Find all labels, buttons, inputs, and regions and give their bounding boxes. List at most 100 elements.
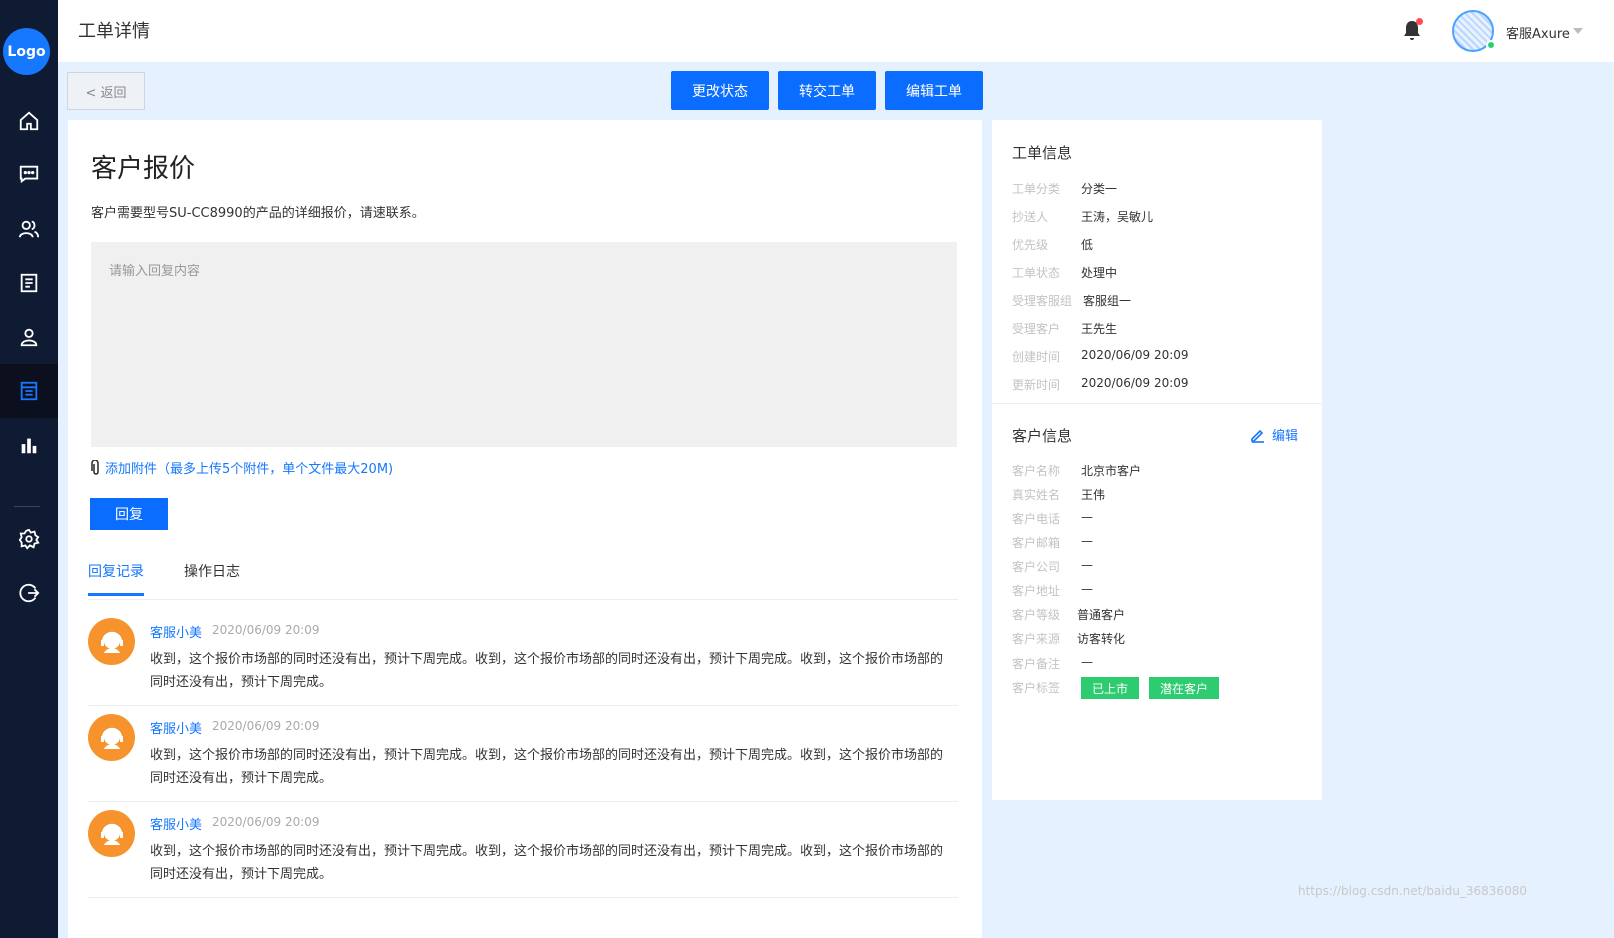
info-value: 2020/06/09 20:09	[1081, 348, 1189, 362]
info-value: —	[1081, 582, 1093, 596]
info-row: 工单分类 分类一	[1012, 180, 1117, 197]
info-label: 客户等级	[1012, 608, 1061, 622]
info-row: 优先级 低	[1012, 236, 1093, 253]
info-label: 创建时间	[1012, 350, 1061, 364]
change-status-button[interactable]: 更改状态	[671, 71, 769, 110]
info-value: 王先生	[1081, 322, 1118, 336]
nav-home[interactable]	[0, 94, 58, 148]
info-label: 客户电话	[1012, 512, 1061, 526]
info-label: 工单分类	[1012, 182, 1061, 196]
info-value: 客服组一	[1083, 294, 1132, 308]
nav-statistics[interactable]	[0, 418, 58, 472]
edit-customer-link[interactable]: 编辑	[1250, 425, 1298, 444]
info-label: 客户来源	[1012, 632, 1061, 646]
headset-agent-icon	[100, 823, 123, 845]
nav-documents[interactable]	[0, 256, 58, 310]
nav-tickets[interactable]	[0, 364, 58, 418]
info-row: 工单状态 处理中	[1012, 264, 1117, 281]
caret-down-icon[interactable]	[1573, 28, 1583, 34]
reply-input[interactable]	[91, 242, 957, 447]
info-row: 客户备注 —	[1012, 655, 1093, 672]
info-value: 2020/06/09 20:09	[1081, 376, 1189, 390]
main-content: < 返回 更改状态 转交工单 编辑工单 客户报价 客户需要型号SU-CC8990…	[58, 62, 1614, 938]
transfer-ticket-button[interactable]: 转交工单	[778, 71, 876, 110]
headset-agent-icon	[100, 631, 123, 653]
logo: Logo	[3, 28, 50, 75]
info-label: 客户地址	[1012, 584, 1061, 598]
tab-operation-log[interactable]: 操作日志	[184, 561, 240, 581]
page-title: 工单详情	[78, 21, 150, 42]
customer-tag: 潜在客户	[1149, 677, 1220, 699]
agent-avatar	[88, 618, 135, 665]
settings-icon	[18, 528, 40, 550]
info-value: —	[1081, 558, 1093, 572]
edit-ticket-button[interactable]: 编辑工单	[885, 71, 983, 110]
sidebar: Logo	[0, 0, 58, 938]
info-row: 受理客户 王先生	[1012, 320, 1117, 337]
section-divider	[992, 403, 1322, 404]
add-attachment-link[interactable]: 添加附件（最多上传5个附件，单个文件最大20M)	[91, 458, 393, 477]
nav-users[interactable]	[0, 202, 58, 256]
nav-profile[interactable]	[0, 310, 58, 364]
reply-item: 客服小美 2020/06/09 20:09 收到，这个报价市场部的同时还没有出，…	[88, 706, 958, 802]
watermark: https://blog.csdn.net/baidu_36836080	[1298, 884, 1527, 898]
reply-author[interactable]: 客服小美	[150, 718, 202, 737]
info-value: —	[1081, 510, 1093, 524]
reply-author[interactable]: 客服小美	[150, 814, 202, 833]
tabs: 回复记录 操作日志	[88, 548, 958, 600]
info-row: 客户地址 —	[1012, 582, 1093, 599]
nav-logout[interactable]	[0, 566, 58, 620]
customer-info-title: 客户信息	[1012, 427, 1073, 445]
info-label: 抄送人	[1012, 210, 1049, 224]
info-row: 创建时间 2020/06/09 20:09	[1012, 348, 1189, 365]
info-label: 优先级	[1012, 238, 1049, 252]
logout-icon	[19, 583, 40, 603]
reply-item: 客服小美 2020/06/09 20:09 收到，这个报价市场部的同时还没有出，…	[88, 610, 958, 706]
info-panel: 工单信息 工单分类 分类一 抄送人 王涛，吴敏儿 优先级 低 工单状态 处理中 受理客服…	[992, 120, 1322, 800]
info-label: 客户邮箱	[1012, 536, 1061, 550]
info-label: 客户名称	[1012, 464, 1061, 478]
nav-messages[interactable]	[0, 147, 58, 201]
back-button[interactable]: < 返回	[67, 72, 145, 110]
info-value: —	[1081, 655, 1093, 669]
info-row: 客户公司 —	[1012, 558, 1093, 575]
users-icon	[18, 220, 40, 238]
home-icon	[19, 111, 39, 131]
reply-author[interactable]: 客服小美	[150, 622, 202, 641]
reply-button[interactable]: 回复	[90, 498, 168, 530]
agent-avatar	[88, 810, 135, 857]
nav-divider	[14, 506, 40, 507]
info-value: 分类一	[1081, 182, 1118, 196]
info-label: 更新时间	[1012, 378, 1061, 392]
headset-agent-icon	[100, 727, 123, 749]
nav-settings[interactable]	[0, 512, 58, 566]
info-row: 客户来源 访客转化	[1012, 630, 1125, 647]
pencil-icon	[1251, 429, 1264, 443]
edit-label: 编辑	[1272, 429, 1299, 444]
info-label: 受理客服组	[1012, 294, 1073, 308]
document-icon	[20, 273, 38, 293]
online-status-dot	[1486, 40, 1496, 50]
info-row: 受理客服组 客服组一	[1012, 292, 1131, 309]
paperclip-icon	[91, 459, 99, 475]
tab-reply-records[interactable]: 回复记录	[88, 561, 144, 596]
header: 工单详情 客服Axure	[58, 0, 1614, 62]
customer-tag: 已上市	[1081, 677, 1140, 699]
attach-label: 添加附件（最多上传5个附件，单个文件最大20M)	[105, 462, 394, 477]
user-name[interactable]: 客服Axure	[1506, 23, 1570, 42]
chart-icon	[21, 438, 37, 454]
notification-dot	[1416, 18, 1423, 25]
info-value: 处理中	[1081, 266, 1118, 280]
reply-text: 收到，这个报价市场部的同时还没有出，预计下周完成。收到，这个报价市场部的同时还没…	[150, 844, 944, 882]
reply-time: 2020/06/09 20:09	[212, 623, 320, 637]
info-row: 抄送人 王涛，吴敏儿	[1012, 208, 1153, 225]
info-row: 更新时间 2020/06/09 20:09	[1012, 376, 1189, 393]
info-row: 真实姓名 王伟	[1012, 486, 1105, 503]
info-value: 北京市客户	[1081, 464, 1142, 478]
info-row: 客户电话 —	[1012, 510, 1093, 527]
info-label: 真实姓名	[1012, 488, 1061, 502]
info-value: —	[1081, 534, 1093, 548]
info-value: 低	[1081, 238, 1094, 252]
info-label: 客户标签	[1012, 681, 1061, 695]
info-label: 客户公司	[1012, 560, 1061, 574]
